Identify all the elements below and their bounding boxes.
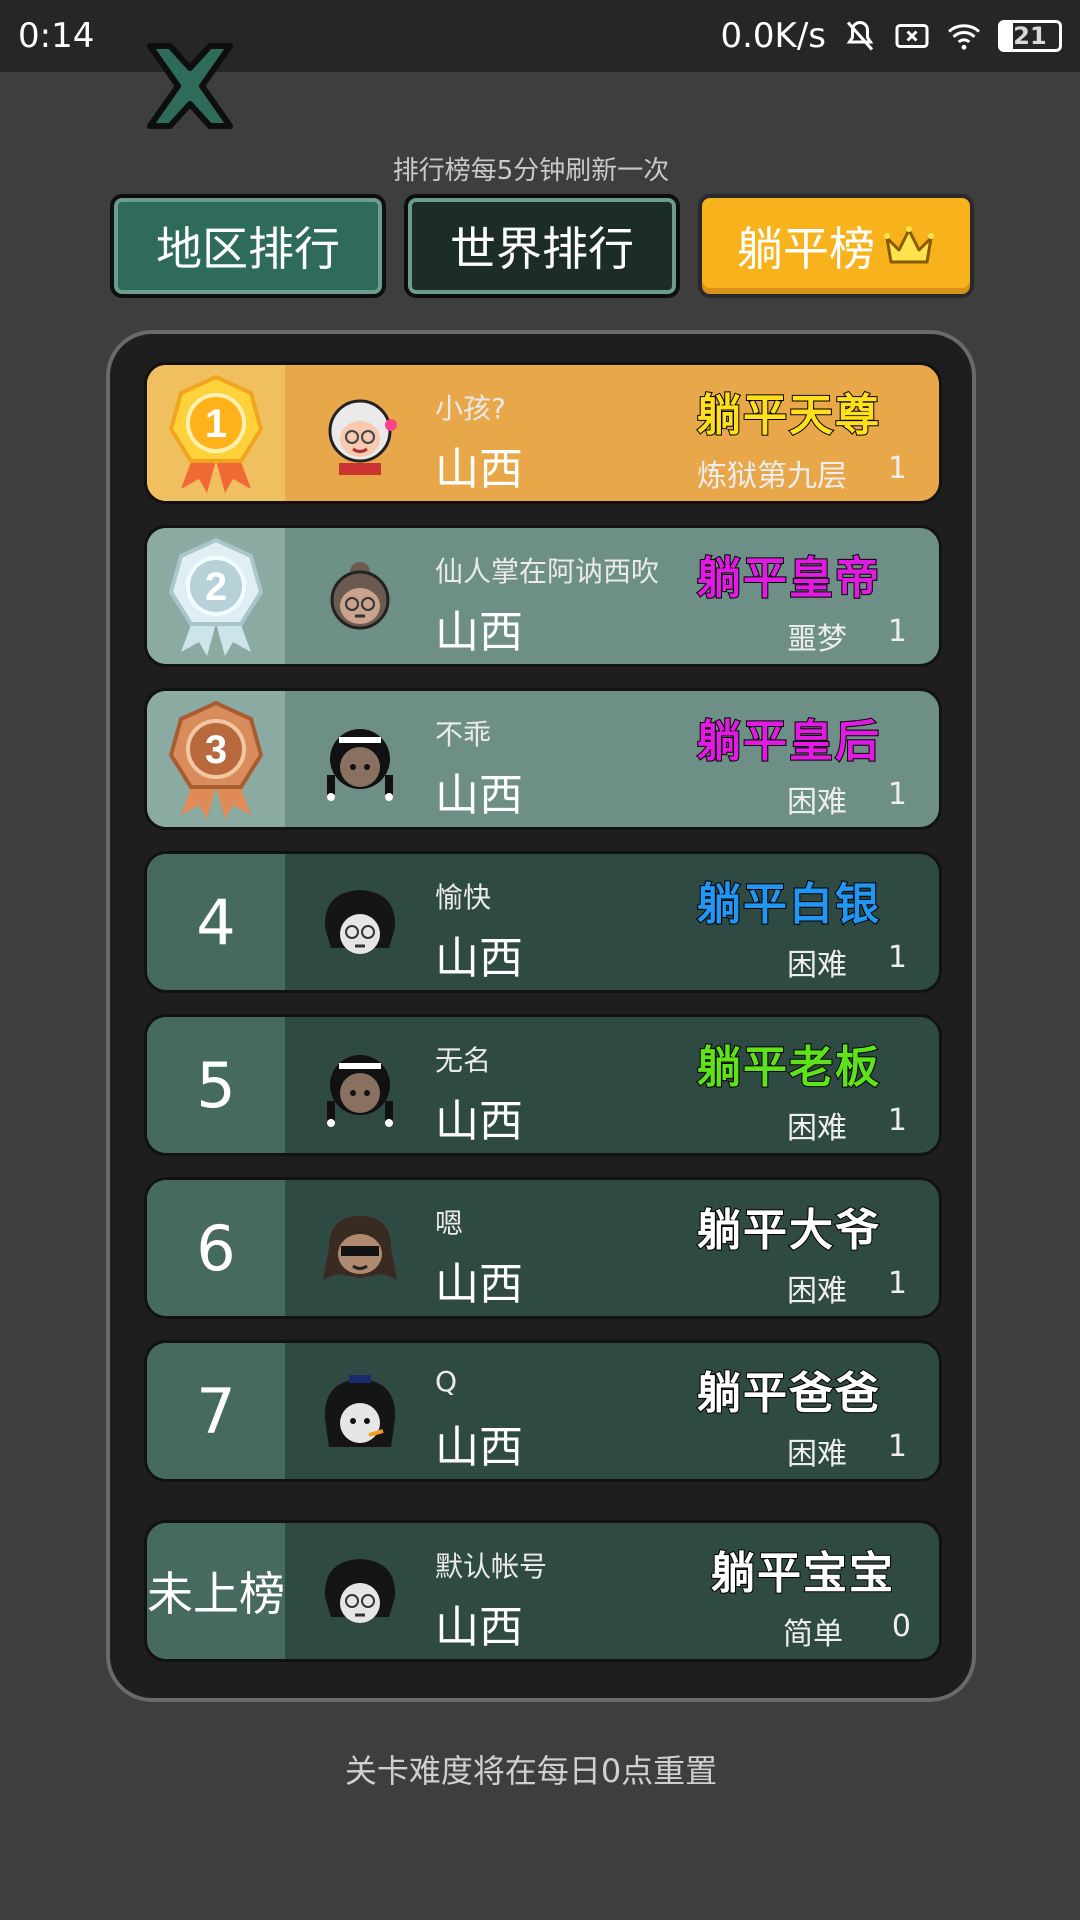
tab-bar: 地区排行 世界排行 躺平榜 xyxy=(110,194,974,298)
difficulty-label: 简单 xyxy=(783,1617,843,1652)
score-value: 1 xyxy=(887,614,907,649)
difficulty-label: 困难 xyxy=(787,948,847,983)
close-icon[interactable] xyxy=(140,38,240,134)
player-title: 躺平皇后 xyxy=(696,715,881,768)
player-province: 山西 xyxy=(435,444,523,495)
player-province: 山西 xyxy=(435,933,523,984)
player-avatar xyxy=(324,1559,396,1623)
score-value: 1 xyxy=(887,1103,907,1138)
gold-medal-icon: 1 xyxy=(168,374,264,493)
difficulty-label: 困难 xyxy=(787,1437,847,1472)
rank-medal: 2 xyxy=(147,528,285,664)
wifi-icon xyxy=(948,24,980,50)
player-avatar xyxy=(324,890,396,954)
rank-medal: 1 xyxy=(147,365,285,501)
tab-region-ranking[interactable]: 地区排行 xyxy=(110,194,386,298)
difficulty-label: 炼狱第九层 xyxy=(697,459,847,494)
player-title: 躺平大爷 xyxy=(696,1204,881,1257)
player-name: 小孩? xyxy=(435,392,506,425)
player-province: 山西 xyxy=(435,1422,523,1473)
rank-number: 4 xyxy=(147,854,285,990)
bronze-medal-icon: 3 xyxy=(168,700,264,819)
status-time: 0:14 xyxy=(18,16,95,56)
player-avatar xyxy=(327,1055,393,1127)
player-name: 仙人掌在阿讷西吹 xyxy=(435,555,660,588)
score-value: 1 xyxy=(887,1266,907,1301)
player-avatar xyxy=(327,729,393,801)
difficulty-label: 困难 xyxy=(787,1274,847,1309)
tab-label: 躺平榜 xyxy=(737,222,875,276)
score-value: 1 xyxy=(887,777,907,812)
player-avatar xyxy=(328,399,397,475)
player-avatar xyxy=(330,562,390,630)
reset-note: 关卡难度将在每日0点重置 xyxy=(344,1752,718,1790)
player-province: 山西 xyxy=(435,1602,523,1653)
rank-medal: 3 xyxy=(147,691,285,827)
leaderboard-row[interactable]: 3 不乖 山西 躺平皇后 困难 1 xyxy=(144,688,942,830)
sim-off-icon xyxy=(895,24,929,48)
net-speed: 0.0K/s xyxy=(720,16,826,56)
leaderboard-row[interactable]: 4 愉快 山西 躺平白银 困难 1 xyxy=(144,851,942,993)
refresh-note: 排行榜每5分钟刷新一次 xyxy=(392,156,670,186)
player-province: 山西 xyxy=(435,607,523,658)
score-value: 1 xyxy=(887,451,907,486)
difficulty-label: 困难 xyxy=(787,785,847,820)
svg-text:2: 2 xyxy=(205,565,227,609)
player-title: 躺平白银 xyxy=(696,878,881,931)
rank-number: 6 xyxy=(147,1180,285,1316)
leaderboard-row[interactable]: 6 嗯 山西 躺平大爷 困难 1 xyxy=(144,1177,942,1319)
score-value: 1 xyxy=(887,1429,907,1464)
tab-label: 世界排行 xyxy=(450,222,634,276)
player-name: 默认帐号 xyxy=(435,1550,548,1583)
leaderboard-row[interactable]: 2 仙人掌在阿讷西吹 山西 躺平皇帝 噩梦 1 xyxy=(144,525,942,667)
silver-medal-icon: 2 xyxy=(168,537,264,656)
player-avatar xyxy=(323,1216,397,1280)
player-title: 躺平皇帝 xyxy=(696,552,881,605)
player-province: 山西 xyxy=(435,1096,523,1147)
crown-icon xyxy=(884,226,934,264)
battery-level: 21 xyxy=(1013,22,1047,50)
svg-text:3: 3 xyxy=(205,728,227,772)
player-title: 躺平爸爸 xyxy=(696,1367,881,1420)
player-name: 嗯 xyxy=(435,1207,464,1240)
player-name: 不乖 xyxy=(435,718,492,751)
tab-label: 地区排行 xyxy=(156,222,340,276)
rank-number: 7 xyxy=(147,1343,285,1479)
player-title: 躺平老板 xyxy=(696,1041,881,1094)
player-province: 山西 xyxy=(435,770,523,821)
player-title: 躺平天尊 xyxy=(696,389,881,442)
difficulty-label: 困难 xyxy=(787,1111,847,1146)
player-name: Q xyxy=(435,1365,458,1398)
leaderboard-row[interactable]: 5 无名 山西 躺平老板 困难 1 xyxy=(144,1014,942,1156)
tab-world-ranking[interactable]: 世界排行 xyxy=(404,194,680,298)
svg-text:1: 1 xyxy=(205,402,227,446)
mute-bell-icon xyxy=(846,20,874,51)
player-avatar xyxy=(324,1375,396,1447)
leaderboard-row[interactable]: 1 小孩? 山西 躺平天尊 炼狱第九层 1 xyxy=(144,362,942,504)
rank-label: 未上榜 xyxy=(147,1523,285,1659)
player-name: 愉快 xyxy=(435,881,492,914)
self-ranking-row[interactable]: 未上榜 默认帐号 山西 躺平宝宝 简单 0 xyxy=(144,1520,942,1662)
tab-lie-flat-ranking[interactable]: 躺平榜 xyxy=(698,194,974,298)
player-name: 无名 xyxy=(435,1044,492,1077)
player-province: 山西 xyxy=(435,1259,523,1310)
battery-icon: 21 xyxy=(998,20,1062,52)
difficulty-label: 噩梦 xyxy=(787,622,847,657)
rank-number: 5 xyxy=(147,1017,285,1153)
score-value: 1 xyxy=(887,940,907,975)
player-title: 躺平宝宝 xyxy=(710,1547,895,1600)
leaderboard-row[interactable]: 7 Q 山西 躺平爸爸 困难 1 xyxy=(144,1340,942,1482)
score-value: 0 xyxy=(891,1609,911,1644)
leaderboard-panel: 1 小孩? 山西 躺平天尊 炼狱第九层 1 2 仙人掌在阿讷西吹 山西 躺平皇帝… xyxy=(106,330,976,1702)
